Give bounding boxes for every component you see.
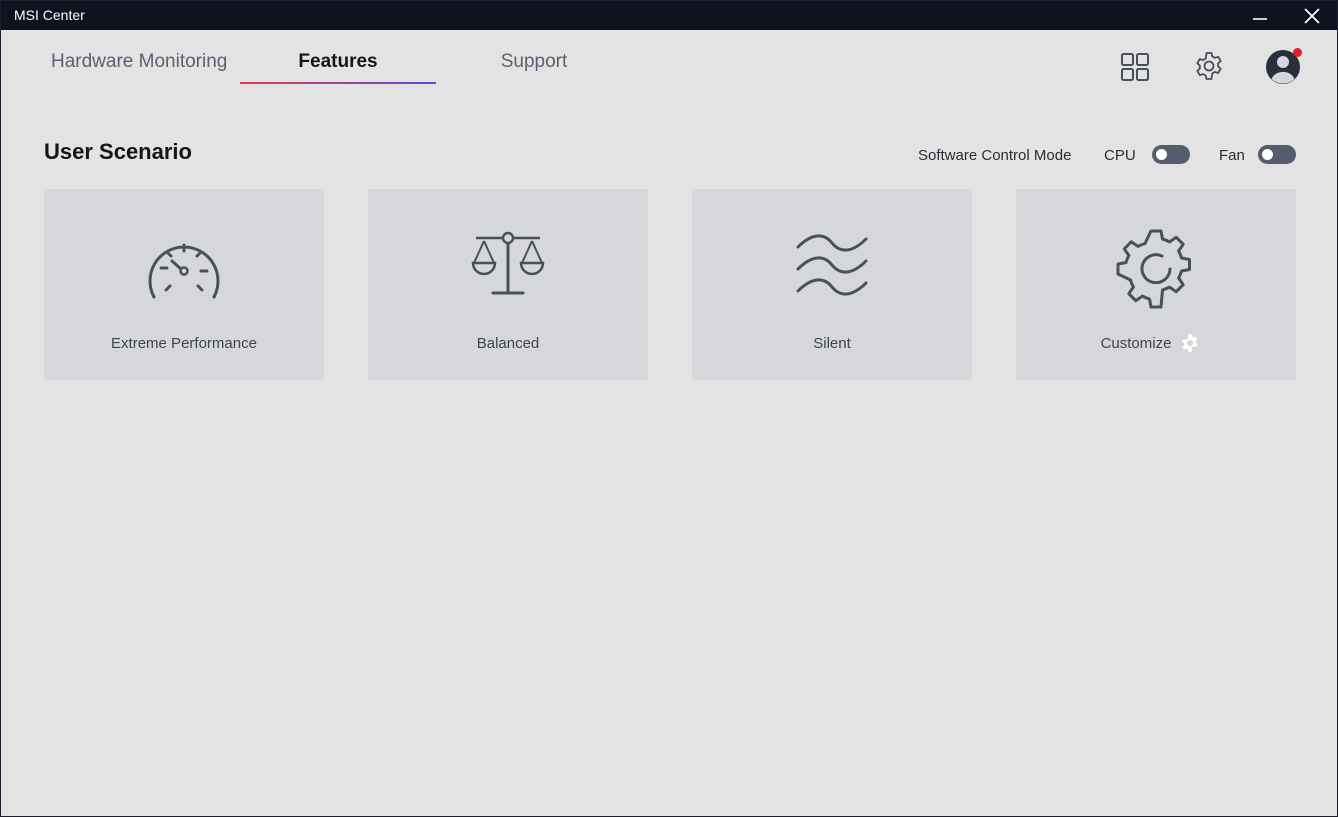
balance-scale-icon	[471, 231, 545, 295]
scenario-card-extreme-performance[interactable]: Extreme Performance	[44, 189, 324, 380]
scenario-card-balanced[interactable]: Balanced	[368, 189, 648, 380]
close-button[interactable]	[1289, 1, 1335, 30]
tab-support[interactable]: Support	[436, 51, 632, 85]
toggle-knob	[1262, 149, 1273, 160]
tab-hardware-monitoring[interactable]: Hardware Monitoring	[51, 51, 241, 85]
scenario-label: Silent	[813, 335, 851, 352]
active-tab-indicator	[240, 82, 436, 84]
msi-center-window: MSI Center Hardware Monitoring Features …	[0, 0, 1338, 817]
cpu-toggle[interactable]	[1152, 145, 1190, 164]
customize-settings-icon[interactable]	[1180, 333, 1200, 353]
tab-features[interactable]: Features	[240, 51, 436, 85]
fan-label: Fan	[1219, 147, 1245, 164]
speedometer-icon	[148, 243, 220, 299]
user-avatar-button[interactable]	[1265, 48, 1303, 86]
scenario-card-customize[interactable]: Customize	[1016, 189, 1296, 380]
minimize-icon	[1253, 18, 1267, 20]
software-control-mode-label: Software Control Mode	[918, 147, 1072, 164]
scenario-card-silent[interactable]: Silent	[692, 189, 972, 380]
settings-gear-icon	[1196, 52, 1222, 80]
fan-toggle[interactable]	[1258, 145, 1296, 164]
scenario-label: Balanced	[476, 335, 540, 352]
minimize-button[interactable]	[1237, 1, 1283, 30]
title-bar: MSI Center	[1, 1, 1337, 30]
toggle-knob	[1156, 149, 1167, 160]
window-title: MSI Center	[14, 7, 85, 23]
scenario-label: Customize	[1100, 335, 1172, 352]
cpu-label: CPU	[1104, 147, 1136, 164]
apps-grid-button[interactable]	[1119, 51, 1151, 83]
settings-button[interactable]	[1193, 50, 1225, 82]
section-title: User Scenario	[44, 139, 192, 164]
notification-dot	[1293, 48, 1302, 57]
waves-icon	[796, 234, 868, 296]
gear-icon	[1116, 229, 1191, 309]
close-icon	[1304, 8, 1320, 24]
apps-grid-icon	[1121, 53, 1149, 81]
scenario-label: Extreme Performance	[111, 335, 257, 352]
